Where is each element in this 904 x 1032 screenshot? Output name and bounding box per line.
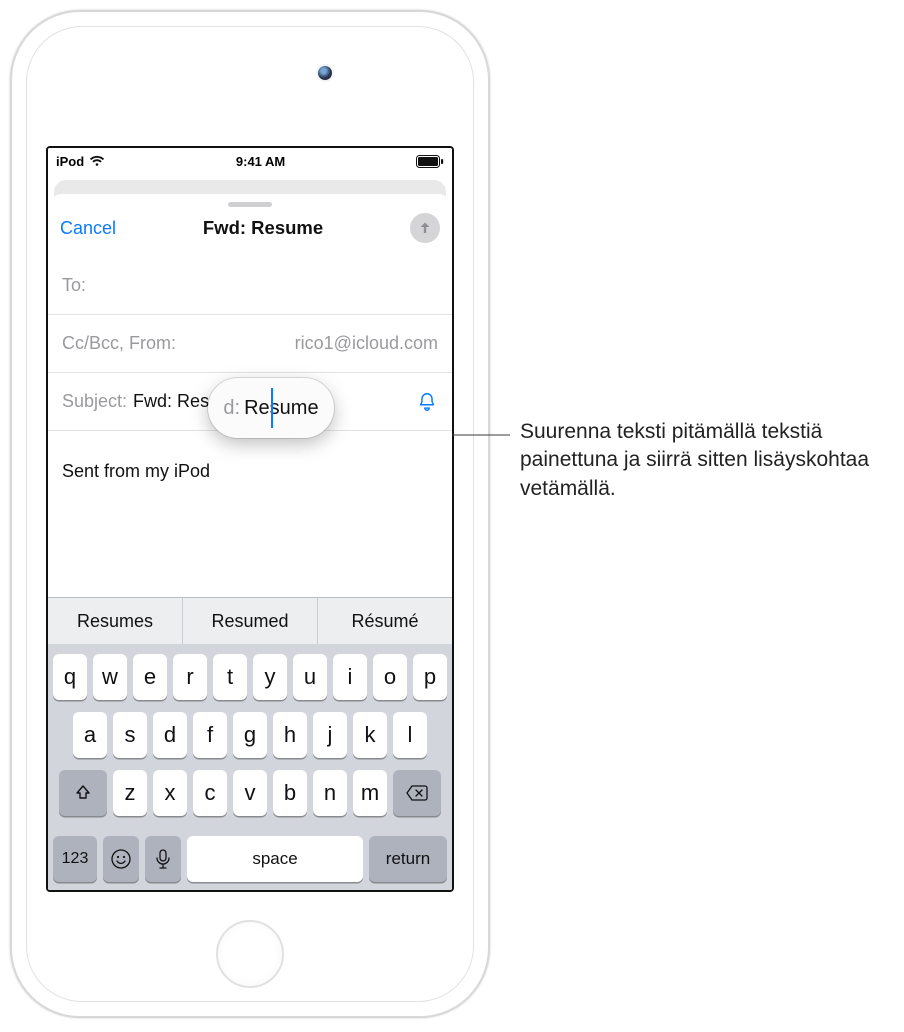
to-label: To: (62, 275, 86, 296)
battery-icon (416, 155, 444, 168)
shift-key[interactable] (59, 770, 107, 816)
status-bar: iPod 9:41 AM (48, 148, 452, 174)
suggestion-1[interactable]: Resumes (48, 598, 183, 644)
space-key[interactable]: space (187, 836, 363, 882)
bell-icon[interactable] (416, 391, 438, 413)
key-x[interactable]: x (153, 770, 187, 816)
key-v[interactable]: v (233, 770, 267, 816)
send-button[interactable] (410, 213, 440, 243)
key-k[interactable]: k (353, 712, 387, 758)
from-value: rico1@icloud.com (295, 333, 438, 354)
loupe-cursor (271, 388, 273, 428)
key-row-1: qwertyuiop (53, 654, 447, 700)
key-r[interactable]: r (173, 654, 207, 700)
status-time: 9:41 AM (236, 154, 285, 169)
screen: iPod 9:41 AM Cancel Fwd: Resume (46, 146, 454, 892)
suggestion-2[interactable]: Resumed (183, 598, 318, 644)
sheet-grabber[interactable] (228, 202, 272, 207)
loupe-text: Resume (244, 397, 318, 420)
email-body[interactable]: Sent from my iPod (48, 431, 452, 482)
backspace-key[interactable] (393, 770, 441, 816)
ccbcc-label: Cc/Bcc, From: (62, 333, 176, 354)
key-n[interactable]: n (313, 770, 347, 816)
keyboard: Resumes Resumed Résumé qwertyuiop asdfgh… (48, 597, 452, 890)
key-i[interactable]: i (333, 654, 367, 700)
key-y[interactable]: y (253, 654, 287, 700)
compose-nav: Cancel Fwd: Resume (48, 211, 452, 257)
key-s[interactable]: s (113, 712, 147, 758)
key-row-2: asdfghjkl (53, 712, 447, 758)
key-e[interactable]: e (133, 654, 167, 700)
key-f[interactable]: f (193, 712, 227, 758)
key-j[interactable]: j (313, 712, 347, 758)
compose-sheet: Cancel Fwd: Resume To: Cc/Bcc, From: ric… (48, 194, 452, 890)
ipod-device-frame: iPod 9:41 AM Cancel Fwd: Resume (10, 10, 490, 1018)
loupe-prefix: d: (223, 397, 240, 420)
key-q[interactable]: q (53, 654, 87, 700)
key-d[interactable]: d (153, 712, 187, 758)
cancel-button[interactable]: Cancel (60, 218, 116, 239)
key-b[interactable]: b (273, 770, 307, 816)
return-key[interactable]: return (369, 836, 447, 882)
text-magnifier-loupe: d: Resume (208, 378, 334, 438)
key-z[interactable]: z (113, 770, 147, 816)
suggestion-3[interactable]: Résumé (318, 598, 452, 644)
signature-text: Sent from my iPod (62, 461, 210, 481)
key-row-3: zxcvbnm (53, 770, 447, 816)
ccbcc-field[interactable]: Cc/Bcc, From: rico1@icloud.com (48, 315, 452, 373)
wifi-icon (89, 155, 105, 167)
dictation-key[interactable] (145, 836, 181, 882)
to-field[interactable]: To: (48, 257, 452, 315)
device-label: iPod (56, 154, 84, 169)
key-u[interactable]: u (293, 654, 327, 700)
numbers-key[interactable]: 123 (53, 836, 97, 882)
key-g[interactable]: g (233, 712, 267, 758)
home-button[interactable] (216, 920, 284, 988)
key-c[interactable]: c (193, 770, 227, 816)
key-a[interactable]: a (73, 712, 107, 758)
key-h[interactable]: h (273, 712, 307, 758)
key-l[interactable]: l (393, 712, 427, 758)
suggestion-bar: Resumes Resumed Résumé (48, 598, 452, 644)
emoji-key[interactable] (103, 836, 139, 882)
key-o[interactable]: o (373, 654, 407, 700)
compose-title: Fwd: Resume (116, 217, 410, 239)
subject-label: Subject: (62, 391, 127, 412)
key-t[interactable]: t (213, 654, 247, 700)
key-m[interactable]: m (353, 770, 387, 816)
front-camera (318, 66, 332, 80)
key-p[interactable]: p (413, 654, 447, 700)
key-w[interactable]: w (93, 654, 127, 700)
callout-text: Suurenna teksti pitämällä tekstiä painet… (520, 418, 880, 503)
